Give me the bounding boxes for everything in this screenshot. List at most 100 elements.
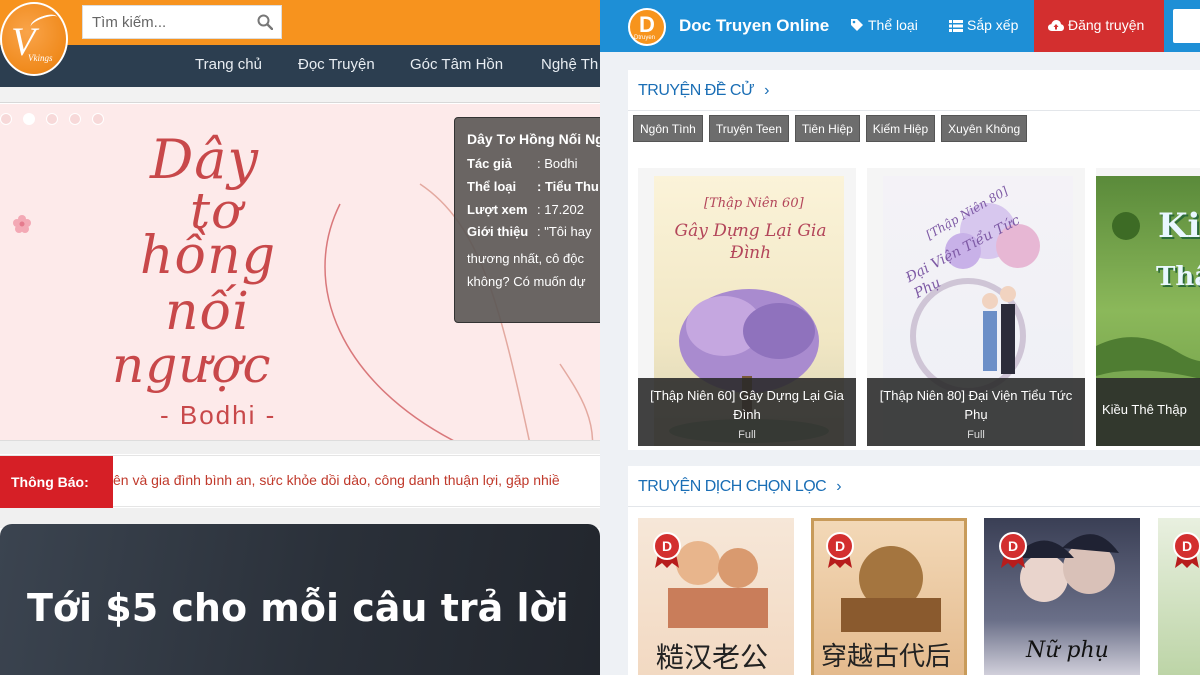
chevron-right-icon: › xyxy=(764,82,769,99)
popup-desc-line-1: thương nhất, cô độc xyxy=(467,251,584,266)
badge-letter: D xyxy=(835,538,845,554)
card-status: Full xyxy=(738,429,756,441)
search-icon[interactable] xyxy=(257,14,273,30)
search-box xyxy=(82,5,282,39)
nav-item-home[interactable]: Trang chủ xyxy=(195,56,262,73)
popup-value: : 17.202 xyxy=(537,202,584,217)
tag-ngon-tinh[interactable]: Ngôn Tình xyxy=(633,115,703,142)
genre-tags: Ngôn Tình Truyện Teen Tiên Hiệp Kiếm Hiệp Xu… xyxy=(633,115,1033,142)
badge-letter: D xyxy=(1182,538,1192,554)
tag-truyen-teen[interactable]: Truyện Teen xyxy=(708,115,789,142)
story-card[interactable]: [Thập Niên 80] Đại Viện Tiểu Tức Phụ [Th… xyxy=(867,168,1085,446)
slider-dot[interactable] xyxy=(69,113,81,125)
site-logo[interactable]: D Dtruyen xyxy=(628,8,666,46)
translated-story-thumb[interactable]: D 穿越古代后 xyxy=(811,518,967,675)
popup-value: : "Tôi hay xyxy=(537,224,592,239)
cover-text-top: [Thập Niên 60] xyxy=(704,196,804,211)
translated-story-thumb[interactable]: D 糙汉老公 xyxy=(638,518,794,675)
notice-marquee[interactable]: ên và gia đình bình an, sức khỏe dồi dào… xyxy=(113,472,600,488)
nav-item-soul-corner[interactable]: Góc Tâm Hồn xyxy=(410,56,503,73)
left-screenshot-vkings: V Vkings Trang chủ Đọc Truyện Góc Tâm Hồ… xyxy=(0,0,600,675)
promo-banner[interactable]: Tới $5 cho mỗi câu trả lời xyxy=(0,524,600,675)
section-divider xyxy=(628,110,1200,111)
popup-key: Tác giả xyxy=(467,156,512,171)
slider-dots xyxy=(0,112,115,130)
cloud-upload-icon xyxy=(1048,20,1064,31)
menu-sort-label: Sắp xếp xyxy=(967,17,1019,33)
banner-title-line-5: ngược xyxy=(112,336,272,394)
pattern-strip xyxy=(0,440,600,454)
nav-item-art[interactable]: Nghệ Th xyxy=(541,56,598,73)
badge-ribbon-icon: D xyxy=(999,532,1027,568)
popup-row-author: Tác giả : Bodhi xyxy=(467,156,577,171)
translated-story-thumb[interactable]: D xyxy=(1158,518,1200,675)
card-title: [Thập Niên 80] Đại Viện Tiểu Tức Phụ xyxy=(879,388,1073,422)
upload-story-button[interactable]: Đăng truyện xyxy=(1034,0,1164,52)
cover-text-main: Thập N xyxy=(1156,262,1200,292)
badge-ribbon-icon: D xyxy=(1173,532,1200,568)
site-header: D Dtruyen Doc Truyen Online Thể loại Sắp… xyxy=(600,0,1200,52)
card-title: Kiều Thê Thập xyxy=(1102,402,1187,417)
popup-value: : Tiểu Thu xyxy=(537,179,599,194)
slider-dot[interactable] xyxy=(46,113,58,125)
notice-label: Thông Báo: xyxy=(0,456,113,508)
tag-kiem-hiep[interactable]: Kiếm Hiệp xyxy=(865,115,936,142)
cover-text-top: Kiều xyxy=(1158,206,1200,246)
logo-swirl xyxy=(28,11,60,33)
card-status: Full xyxy=(967,429,985,441)
logo-text: Vkings xyxy=(28,53,53,63)
main-nav: Trang chủ Đọc Truyện Góc Tâm Hồn Nghệ Th xyxy=(0,45,600,87)
menu-sort[interactable]: Sắp xếp xyxy=(949,17,1018,33)
right-screenshot-doctruyen: D Dtruyen Doc Truyen Online Thể loại Sắp… xyxy=(600,0,1200,675)
banner-author: - Bodhi - xyxy=(160,400,277,430)
notice-bar: Thông Báo: ên và gia đình bình an, sức k… xyxy=(0,455,600,508)
cover-text: Nữ phụ xyxy=(1026,638,1109,663)
slider-dot-active[interactable] xyxy=(23,113,35,125)
translated-title-text: TRUYỆN DỊCH CHỌN LỌC xyxy=(638,478,827,495)
tag-tien-hiep[interactable]: Tiên Hiệp xyxy=(794,115,860,142)
story-card[interactable]: Kiều Thập N Kiều Thê Thập xyxy=(1096,168,1200,446)
translated-section: TRUYỆN DỊCH CHỌN LỌC › D 糙汉老公 D 穿越古代后 D … xyxy=(628,466,1200,675)
site-logo[interactable]: V Vkings xyxy=(0,2,68,76)
card-title: [Thập Niên 60] Gây Dựng Lại Gia Đình xyxy=(650,388,844,422)
nav-item-read[interactable]: Đọc Truyện xyxy=(298,56,375,73)
translated-title[interactable]: TRUYỆN DỊCH CHỌN LỌC › xyxy=(638,478,842,496)
chevron-right-icon: › xyxy=(836,478,842,495)
translated-story-thumb[interactable]: D Nữ phụ xyxy=(984,518,1140,675)
upload-label-wrap: Đăng truyện xyxy=(1048,17,1144,33)
card-caption: [Thập Niên 80] Đại Viện Tiểu Tức Phụ Ful… xyxy=(867,378,1085,446)
card-caption: Kiều Thê Thập xyxy=(1096,378,1200,446)
logo-subtext: Dtruyen xyxy=(634,35,656,41)
popup-key: Lượt xem xyxy=(467,202,528,217)
recommended-section: TRUYỆN ĐỀ CỬ › Ngôn Tình Truyện Teen Tiên H… xyxy=(628,70,1200,450)
popup-title: Dây Tơ Hồng Nối Ng xyxy=(467,131,600,147)
story-info-popup: Dây Tơ Hồng Nối Ng Tác giả : Bodhi Thể lo… xyxy=(454,117,600,323)
recommended-title-text: TRUYỆN ĐỀ CỬ xyxy=(638,82,755,99)
recommended-title[interactable]: TRUYỆN ĐỀ CỬ › xyxy=(638,82,769,100)
flower-icon xyxy=(13,215,31,233)
slider-dot[interactable] xyxy=(92,113,104,125)
slider-dot[interactable] xyxy=(0,113,12,125)
badge-letter: D xyxy=(662,538,672,554)
menu-genres-label: Thể loại xyxy=(868,17,918,33)
popup-value: : Bodhi xyxy=(537,156,578,171)
cover-text: 穿越古代后 xyxy=(821,642,952,672)
cover-text-main: Gây Dựng Lại Gia Đình xyxy=(674,221,827,263)
badge-letter: D xyxy=(1008,538,1018,554)
search-input[interactable] xyxy=(83,6,253,38)
banner-title-line-3: hồng xyxy=(140,226,277,286)
upload-label: Đăng truyện xyxy=(1068,17,1145,33)
brand-name[interactable]: Doc Truyen Online xyxy=(679,16,829,36)
story-card[interactable]: [Thập Niên 60] Gây Dựng Lại Gia Đình [Th… xyxy=(638,168,856,446)
card-caption: [Thập Niên 60] Gây Dựng Lại Gia Đình Ful… xyxy=(638,378,856,446)
popup-row-genre: Thể loại : Tiểu Thu xyxy=(467,179,599,194)
popup-key: Thể loại xyxy=(467,179,517,194)
popup-key: Giới thiệu xyxy=(467,224,529,239)
tag-icon xyxy=(851,19,863,31)
promo-text: Tới $5 cho mỗi câu trả lời xyxy=(27,586,569,630)
tag-xuyen-khong[interactable]: Xuyên Không xyxy=(941,115,1028,142)
cover-text: 糙汉老公 xyxy=(656,641,769,674)
header-search-input[interactable] xyxy=(1173,9,1200,43)
badge-ribbon-icon: D xyxy=(653,532,681,568)
menu-genres[interactable]: Thể loại xyxy=(850,17,918,33)
